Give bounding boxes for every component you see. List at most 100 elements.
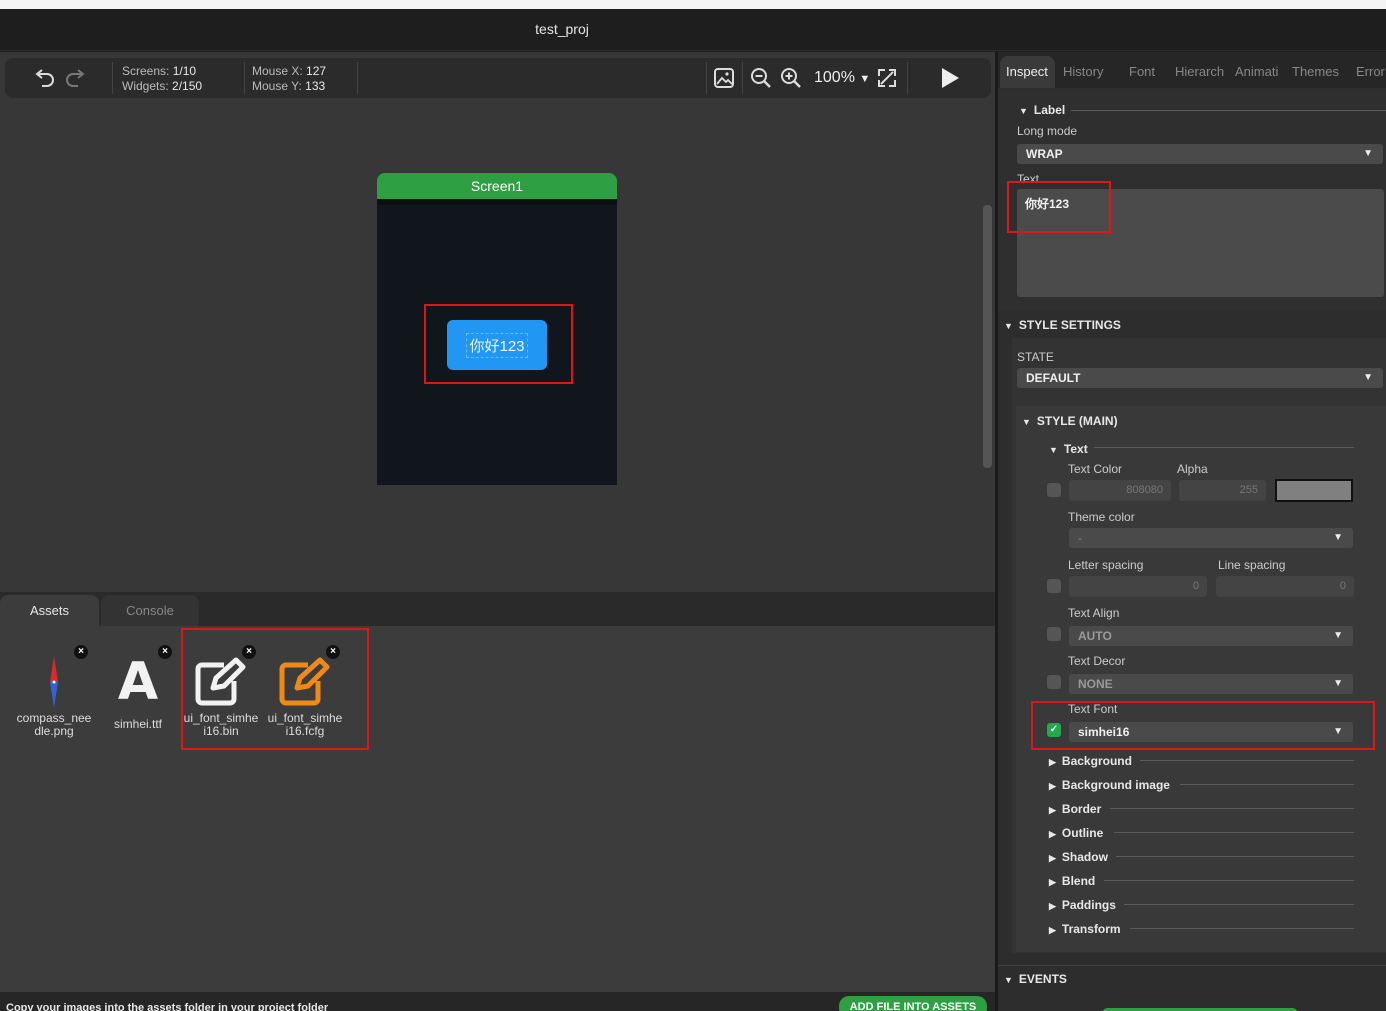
- style-main-header[interactable]: ▼ STYLE (MAIN): [1022, 414, 1118, 428]
- long-mode-dropdown[interactable]: WRAP ▼: [1017, 144, 1383, 164]
- tab-inspect[interactable]: Inspect: [1000, 56, 1055, 88]
- asset-name: simhei.ttf: [113, 717, 162, 731]
- toolbar-separator: [706, 62, 707, 94]
- widgets-count: Widgets: 2/150: [122, 79, 203, 93]
- outline-group-header[interactable]: ▶ Outline: [1049, 826, 1103, 840]
- letter-spacing-field[interactable]: 0: [1069, 576, 1207, 597]
- text-label: Text: [1017, 172, 1040, 181]
- text-color-field[interactable]: 808080: [1069, 480, 1171, 501]
- divider: [1110, 808, 1354, 809]
- toolbar-separator: [742, 62, 743, 94]
- toolbar-separator: [112, 62, 113, 94]
- text-subsection-header[interactable]: ▼ Text: [1049, 442, 1088, 456]
- font-icon: A: [117, 652, 159, 712]
- divider: [1116, 856, 1354, 857]
- fit-screen-icon[interactable]: [874, 65, 900, 91]
- highlight-box-assets: [181, 628, 369, 750]
- tab-assets[interactable]: Assets: [0, 595, 99, 626]
- text-align-label: Text Align: [1068, 606, 1120, 620]
- divider: [1180, 784, 1354, 785]
- background-image-group-header[interactable]: ▶ Background image: [1049, 778, 1170, 792]
- add-file-button[interactable]: ADD FILE INTO ASSETS: [839, 996, 987, 1011]
- assets-panel: compass_nee dle.png × A simhei.ttf × ui_…: [0, 626, 995, 992]
- background-group-header[interactable]: ▶ Background: [1049, 754, 1132, 768]
- mouse-x-readout: Mouse X: 127: [252, 64, 327, 78]
- asset-item[interactable]: compass_nee dle.png: [14, 652, 94, 738]
- divider: [1094, 447, 1354, 448]
- screen-title-tab[interactable]: Screen1: [377, 173, 617, 199]
- theme-color-label: Theme color: [1068, 510, 1135, 524]
- undo-icon[interactable]: [32, 64, 58, 90]
- play-icon[interactable]: [935, 64, 963, 92]
- theme-color-dropdown[interactable]: - ▼: [1069, 528, 1353, 548]
- text-decor-dropdown[interactable]: NONE ▼: [1069, 674, 1353, 694]
- inspector-tab-bar: Inspect History Font Hierarch Animati Th…: [998, 52, 1386, 88]
- divider: [1104, 880, 1354, 881]
- tab-hierarchy[interactable]: Hierarch: [1175, 56, 1229, 88]
- state-label: STATE: [1017, 350, 1054, 364]
- remove-asset-icon[interactable]: ×: [74, 645, 88, 659]
- toolbar-separator: [244, 62, 245, 94]
- line-spacing-label: Line spacing: [1218, 558, 1286, 572]
- divider: [1071, 110, 1386, 111]
- tab-console[interactable]: Console: [101, 595, 199, 626]
- text-color-checkbox[interactable]: [1047, 483, 1061, 497]
- window-title: test_proj: [535, 21, 589, 37]
- shadow-group-header[interactable]: ▶ Shadow: [1049, 850, 1108, 864]
- caret-down-icon: ▼: [1363, 148, 1373, 159]
- zoom-out-icon[interactable]: [748, 65, 774, 91]
- style-settings-header[interactable]: ▼ STYLE SETTINGS: [1004, 318, 1121, 332]
- label-section-header[interactable]: ▼ Label: [1019, 103, 1065, 117]
- line-spacing-field[interactable]: 0: [1216, 576, 1354, 597]
- events-header[interactable]: ▼ EVENTS: [1004, 972, 1067, 986]
- compass-needle-image-icon: [14, 652, 94, 712]
- letter-spacing-label: Letter spacing: [1068, 558, 1144, 572]
- caret-down-icon: ▼: [1333, 630, 1343, 641]
- caret-down-icon: ▼: [859, 73, 871, 85]
- editor-toolbar: Screens: 1/10 Widgets: 2/150 Mouse X: 12…: [5, 58, 991, 98]
- alpha-field[interactable]: 255: [1179, 480, 1266, 501]
- screens-count: Screens: 1/10: [122, 64, 197, 78]
- paddings-group-header[interactable]: ▶ Paddings: [1049, 898, 1116, 912]
- image-view-icon[interactable]: [711, 65, 737, 91]
- spacing-checkbox[interactable]: [1047, 579, 1061, 593]
- divider: [998, 965, 1386, 966]
- redo-icon[interactable]: [62, 64, 88, 90]
- alpha-label: Alpha: [1177, 462, 1208, 476]
- top-strip: [0, 0, 1386, 9]
- state-dropdown[interactable]: DEFAULT ▼: [1017, 368, 1383, 388]
- highlight-box-font: [1031, 701, 1375, 750]
- divider: [1130, 928, 1354, 929]
- zoom-level-dropdown[interactable]: 100% ▼: [814, 69, 870, 87]
- text-align-dropdown[interactable]: AUTO ▼: [1069, 626, 1353, 646]
- title-bar: test_proj: [0, 9, 1386, 51]
- border-group-header[interactable]: ▶ Border: [1049, 802, 1101, 816]
- asset-item[interactable]: A simhei.ttf: [98, 652, 178, 731]
- divider: [1124, 904, 1354, 905]
- highlight-box-canvas: [424, 304, 573, 384]
- asset-name: compass_nee dle.png: [16, 711, 92, 738]
- toolbar-separator: [357, 62, 358, 94]
- caret-down-icon: ▼: [1333, 678, 1343, 689]
- text-decor-checkbox[interactable]: [1047, 675, 1061, 689]
- tab-history[interactable]: History: [1063, 56, 1119, 88]
- canvas-scrollbar[interactable]: [983, 205, 992, 468]
- remove-asset-icon[interactable]: ×: [158, 645, 172, 659]
- divider: [1140, 760, 1354, 761]
- text-align-checkbox[interactable]: [1047, 627, 1061, 641]
- tab-themes[interactable]: Themes: [1292, 56, 1344, 88]
- highlight-box-text: [1007, 181, 1111, 233]
- tab-errors[interactable]: Error: [1356, 56, 1386, 88]
- divider: [1114, 832, 1354, 833]
- tab-animation[interactable]: Animati: [1235, 56, 1283, 88]
- text-color-label: Text Color: [1068, 462, 1123, 476]
- text-decor-label: Text Decor: [1068, 654, 1126, 668]
- mouse-y-readout: Mouse Y: 133: [252, 79, 326, 93]
- toolbar-separator: [907, 62, 908, 94]
- text-color-swatch[interactable]: [1275, 479, 1353, 502]
- tab-font[interactable]: Font: [1129, 56, 1169, 88]
- transform-group-header[interactable]: ▶ Transform: [1049, 922, 1121, 936]
- caret-down-icon: ▼: [1363, 372, 1373, 383]
- blend-group-header[interactable]: ▶ Blend: [1049, 874, 1095, 888]
- zoom-in-icon[interactable]: [778, 65, 804, 91]
